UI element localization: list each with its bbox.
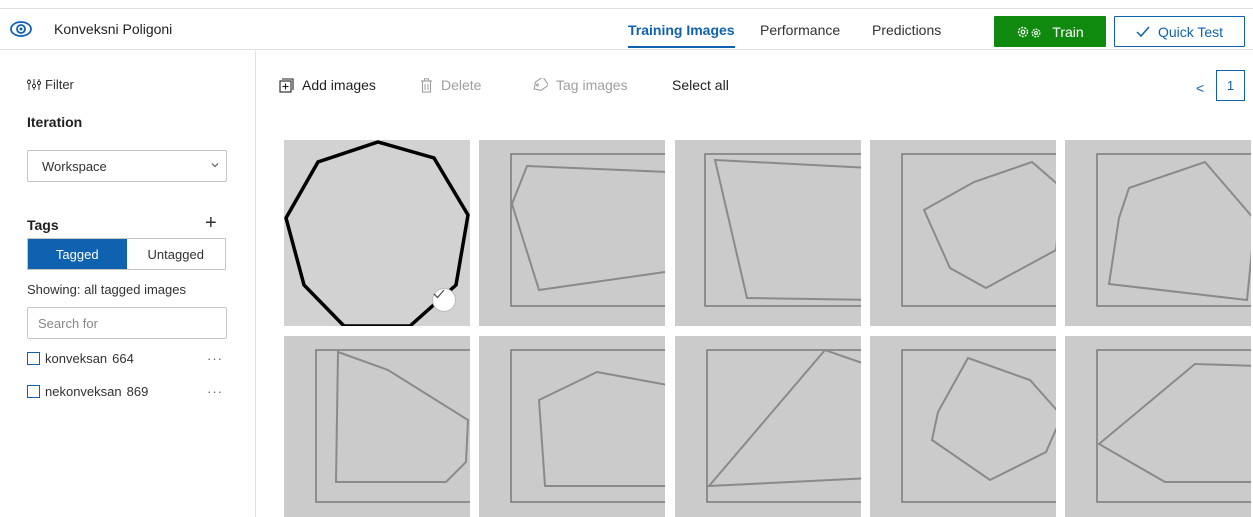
chevron-down-icon (211, 163, 219, 168)
showing-text: Showing: all tagged images (27, 282, 186, 297)
checkmark-icon (433, 289, 445, 299)
more-options-button[interactable]: ··· (207, 384, 223, 399)
untagged-option[interactable]: Untagged (127, 239, 226, 269)
checkmark-icon (1136, 26, 1150, 37)
filter-button[interactable]: Filter (27, 77, 74, 92)
selected-check[interactable] (432, 288, 456, 312)
image-tile[interactable] (675, 140, 861, 326)
tag-count: 869 (126, 384, 149, 399)
more-options-button[interactable]: ··· (207, 351, 223, 366)
sidebar: Filter Iteration Workspace Tags + Tagged… (0, 51, 256, 517)
filter-label: Filter (45, 77, 74, 92)
tag-name: nekonveksan (45, 384, 122, 399)
tag-checkbox[interactable] (27, 352, 40, 365)
image-tile[interactable] (284, 336, 470, 517)
add-tag-button[interactable]: + (205, 213, 217, 233)
image-tile[interactable] (1065, 140, 1251, 326)
tagged-toggle: Tagged Untagged (27, 238, 226, 270)
previous-page-button[interactable]: < (1196, 80, 1204, 96)
tag-row-konveksan: konveksan 664 ··· (27, 351, 227, 366)
tags-heading: Tags (27, 217, 59, 233)
quick-test-label: Quick Test (1157, 23, 1224, 40)
image-thumbnail (675, 140, 861, 326)
image-thumbnail (284, 336, 470, 517)
delete-button[interactable]: Delete (420, 77, 481, 93)
add-images-button[interactable]: Add images (279, 77, 376, 93)
train-button[interactable]: Train (994, 16, 1106, 47)
image-thumbnail (870, 140, 1056, 326)
gear-icon (1018, 26, 1041, 37)
add-images-label: Add images (302, 77, 376, 93)
image-tile[interactable] (479, 140, 665, 326)
image-tile[interactable] (284, 140, 470, 326)
tag-count: 664 (112, 351, 134, 366)
add-images-icon (279, 77, 294, 93)
image-thumbnail (479, 336, 665, 517)
eye-icon[interactable] (10, 19, 32, 39)
tab-performance[interactable]: Performance (760, 22, 840, 38)
tag-row-nekonveksan: nekonveksan 869 ··· (27, 384, 227, 399)
iteration-select[interactable]: Workspace (27, 150, 227, 182)
image-thumbnail (1065, 140, 1251, 326)
image-tile[interactable] (479, 336, 665, 517)
project-name: Konveksni Poligoni (54, 21, 173, 37)
tagged-option[interactable]: Tagged (28, 239, 127, 269)
train-label: Train (1052, 23, 1084, 40)
image-tile[interactable] (870, 336, 1056, 517)
tag-checkbox[interactable] (27, 385, 40, 398)
image-tile[interactable] (1065, 336, 1251, 517)
search-input[interactable] (27, 307, 227, 339)
image-tile[interactable] (870, 140, 1056, 326)
quick-test-button[interactable]: Quick Test (1114, 16, 1245, 47)
iteration-heading: Iteration (27, 114, 83, 130)
top-bar: Konveksni Poligoni Training Images Perfo… (0, 8, 1253, 50)
tag-images-button[interactable]: Tag images (532, 77, 628, 93)
tag-name: konveksan (45, 351, 108, 366)
image-thumbnail (870, 336, 1056, 517)
select-all-button[interactable]: Select all (672, 77, 729, 93)
tab-training-images[interactable]: Training Images (628, 22, 735, 48)
image-thumbnail (1065, 336, 1251, 517)
delete-label: Delete (441, 77, 482, 93)
tag-icon (533, 78, 548, 91)
filter-icon (27, 79, 41, 90)
iteration-selected-value: Workspace (42, 159, 107, 174)
tab-predictions[interactable]: Predictions (872, 22, 941, 38)
image-thumbnail (479, 140, 665, 326)
current-page[interactable]: 1 (1216, 70, 1245, 101)
image-tile[interactable] (675, 336, 861, 517)
image-thumbnail (675, 336, 861, 517)
tag-images-label: Tag images (556, 77, 628, 93)
trash-icon (421, 77, 432, 93)
